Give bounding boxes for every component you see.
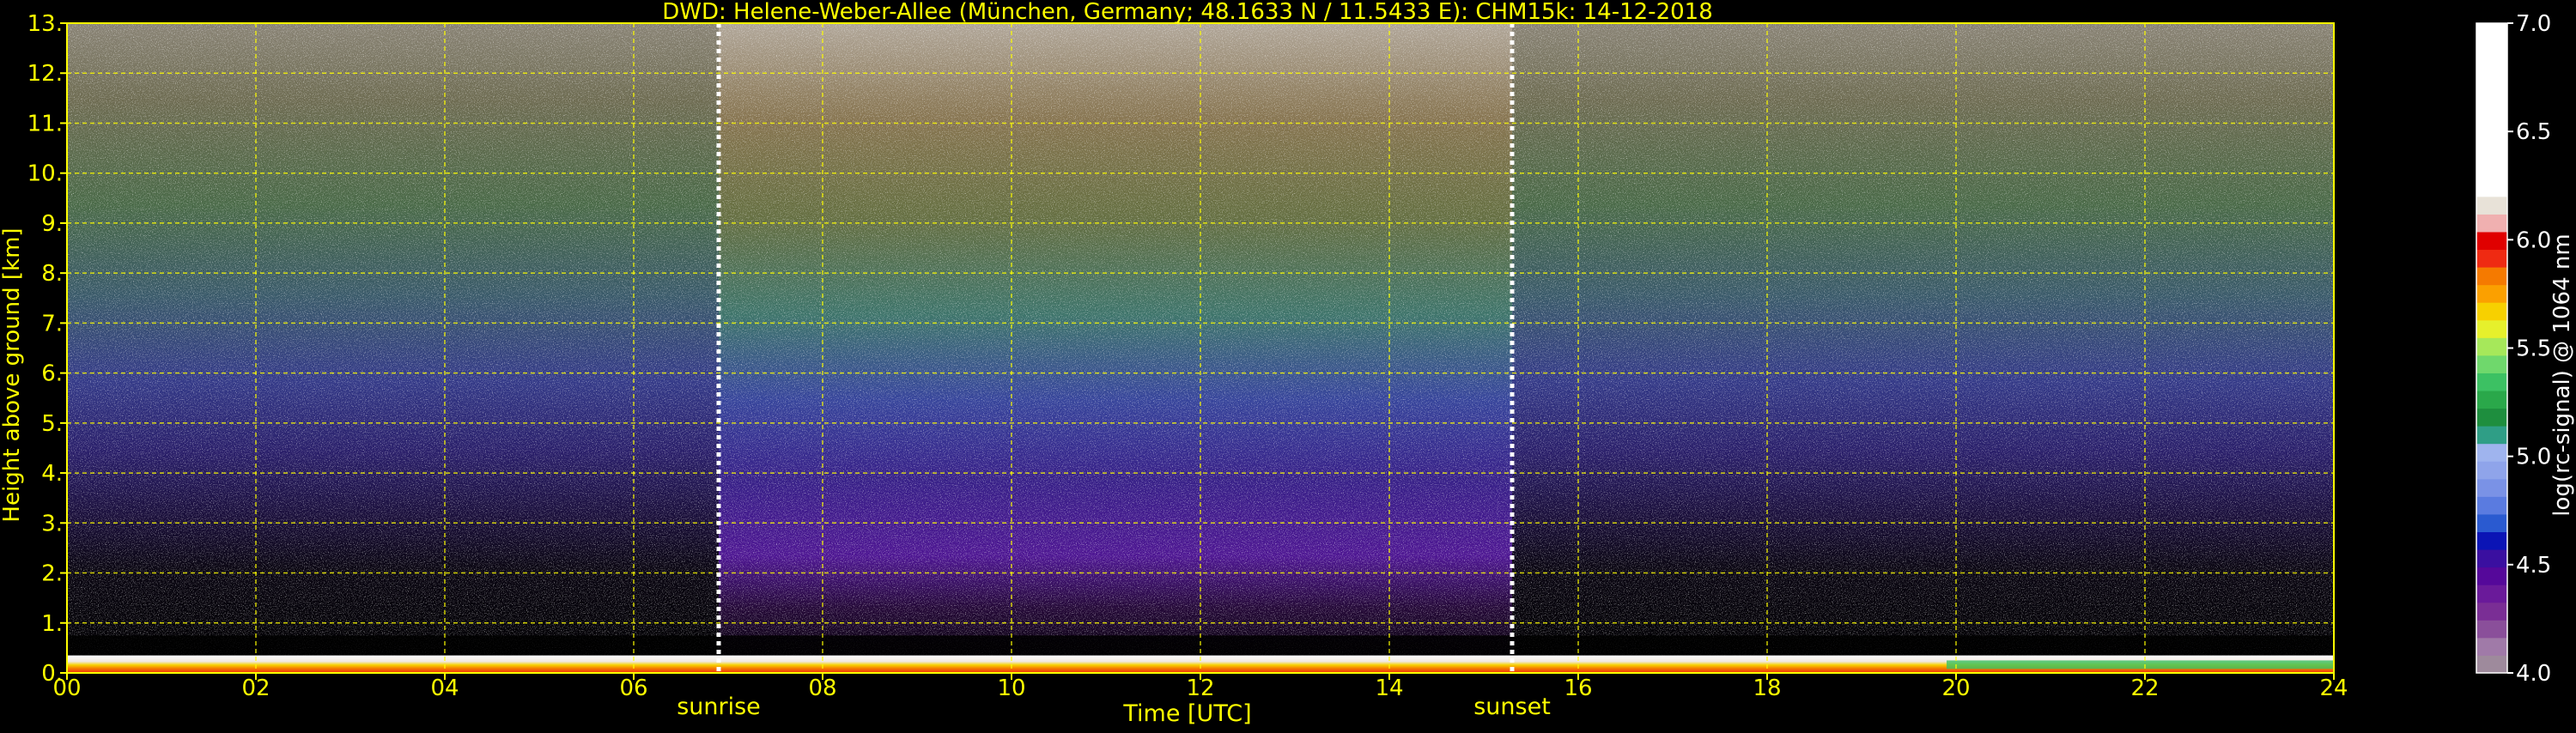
colorbar-tick-label: 4.5 (2516, 553, 2551, 579)
sunset-label: sunset (1473, 694, 1551, 720)
x-tick-label: 16 (1564, 675, 1592, 701)
colorbar-label: log(rc-signal) @ 1064 nm (2549, 233, 2575, 516)
x-axis-label: Time [UTC] (1122, 700, 1251, 727)
colorbar-segment (2476, 267, 2507, 286)
colorbar-segment (2476, 302, 2507, 321)
x-tick-label: 08 (808, 675, 836, 701)
low-gap-layer (67, 635, 2334, 658)
colorbar-segment (2476, 408, 2507, 427)
colorbar-segment (2476, 284, 2507, 303)
colorbar-tick-label: 4.0 (2516, 661, 2551, 687)
x-tick-label: 06 (619, 675, 647, 701)
colorbar-tick-label: 7.0 (2516, 11, 2551, 37)
colorbar-tick-label: 5.0 (2516, 445, 2551, 470)
colorbar-segment (2476, 443, 2507, 462)
sunrise-label: sunrise (677, 694, 761, 720)
y-axis-label: Height above ground [km] (0, 227, 25, 522)
colorbar-tick-label: 6.5 (2516, 119, 2551, 145)
colorbar-segment (2476, 231, 2507, 251)
colorbar-segment (2476, 655, 2507, 674)
colorbar-segment (2476, 337, 2507, 356)
boundary-layer-green (1947, 660, 2334, 669)
colorbar-segment (2476, 354, 2507, 373)
chart-svg: sunrise sunset 0.1.2.3.4.5.6.7.8.9.10.11.… (0, 0, 2575, 727)
x-tick-label: 00 (52, 675, 81, 701)
colorbar-segment (2476, 637, 2507, 656)
colorbar-segment (2476, 620, 2507, 639)
colorbar-segment (2476, 585, 2507, 603)
y-tick-label: 11. (27, 111, 63, 136)
colorbar-segment (2476, 549, 2507, 568)
colorbar-segment (2476, 461, 2507, 480)
x-tick-label: 24 (2319, 675, 2348, 701)
chart-title: DWD: Helene-Weber-Allee (München, German… (662, 0, 1713, 25)
x-tick-label: 04 (430, 675, 459, 701)
x-tick-label: 10 (997, 675, 1025, 701)
colorbar-segment (2476, 391, 2507, 409)
x-tick-label: 02 (241, 675, 270, 701)
y-tick-label: 13. (27, 11, 63, 37)
x-tick-label: 18 (1753, 675, 1781, 701)
colorbar-segment (2476, 531, 2507, 550)
colorbar: 4.0 4.5 5.0 5.5 6.0 6.5 7.0 (2476, 11, 2551, 687)
y-tick-label: 5. (41, 411, 63, 437)
y-tick-label: 4. (41, 461, 63, 487)
colorbar-segment (2476, 478, 2507, 497)
colorbar-segment (2476, 496, 2507, 515)
colorbar-segment (2476, 426, 2507, 445)
colorbar-segment (2476, 249, 2507, 268)
x-axis: 00 02 04 06 08 10 12 14 16 18 20 22 24 (52, 673, 2348, 701)
y-tick-label: 1. (41, 611, 63, 637)
colorbar-segment (2476, 373, 2507, 391)
ceilometer-chart: sunrise sunset 0. 1. 2. 3. 4. 5. 6. 7. 8. 9. 10. 11.… (0, 0, 2576, 730)
colorbar-segment (2476, 319, 2507, 338)
y-tick-label: 8. (41, 261, 63, 287)
colorbar-segment (2476, 214, 2507, 233)
x-tick-label: 22 (2130, 675, 2159, 701)
x-tick-label: 12 (1186, 675, 1214, 701)
y-tick-label: 10. (27, 161, 63, 187)
colorbar-segment (2476, 23, 2507, 197)
y-tick-label: 3. (41, 511, 63, 536)
y-tick-label: 2. (41, 561, 63, 587)
colorbar-segment (2476, 602, 2507, 621)
y-tick-label: 7. (41, 311, 63, 336)
x-tick-label: 20 (1941, 675, 1970, 701)
colorbar-segment (2476, 513, 2507, 533)
colorbar-segment (2476, 566, 2507, 585)
x-tick-label: 14 (1375, 675, 1403, 701)
y-tick-label: 9. (41, 211, 63, 237)
y-axis: 0.1.2.3.4.5.6.7.8.9.10.11.12.13. (27, 11, 67, 687)
colorbar-tick-label: 5.5 (2516, 336, 2551, 362)
y-tick-label: 12. (27, 61, 63, 87)
colorbar-tick-label: 6.0 (2516, 227, 2551, 253)
y-tick-label: 6. (41, 361, 63, 387)
colorbar-segment (2476, 196, 2507, 215)
